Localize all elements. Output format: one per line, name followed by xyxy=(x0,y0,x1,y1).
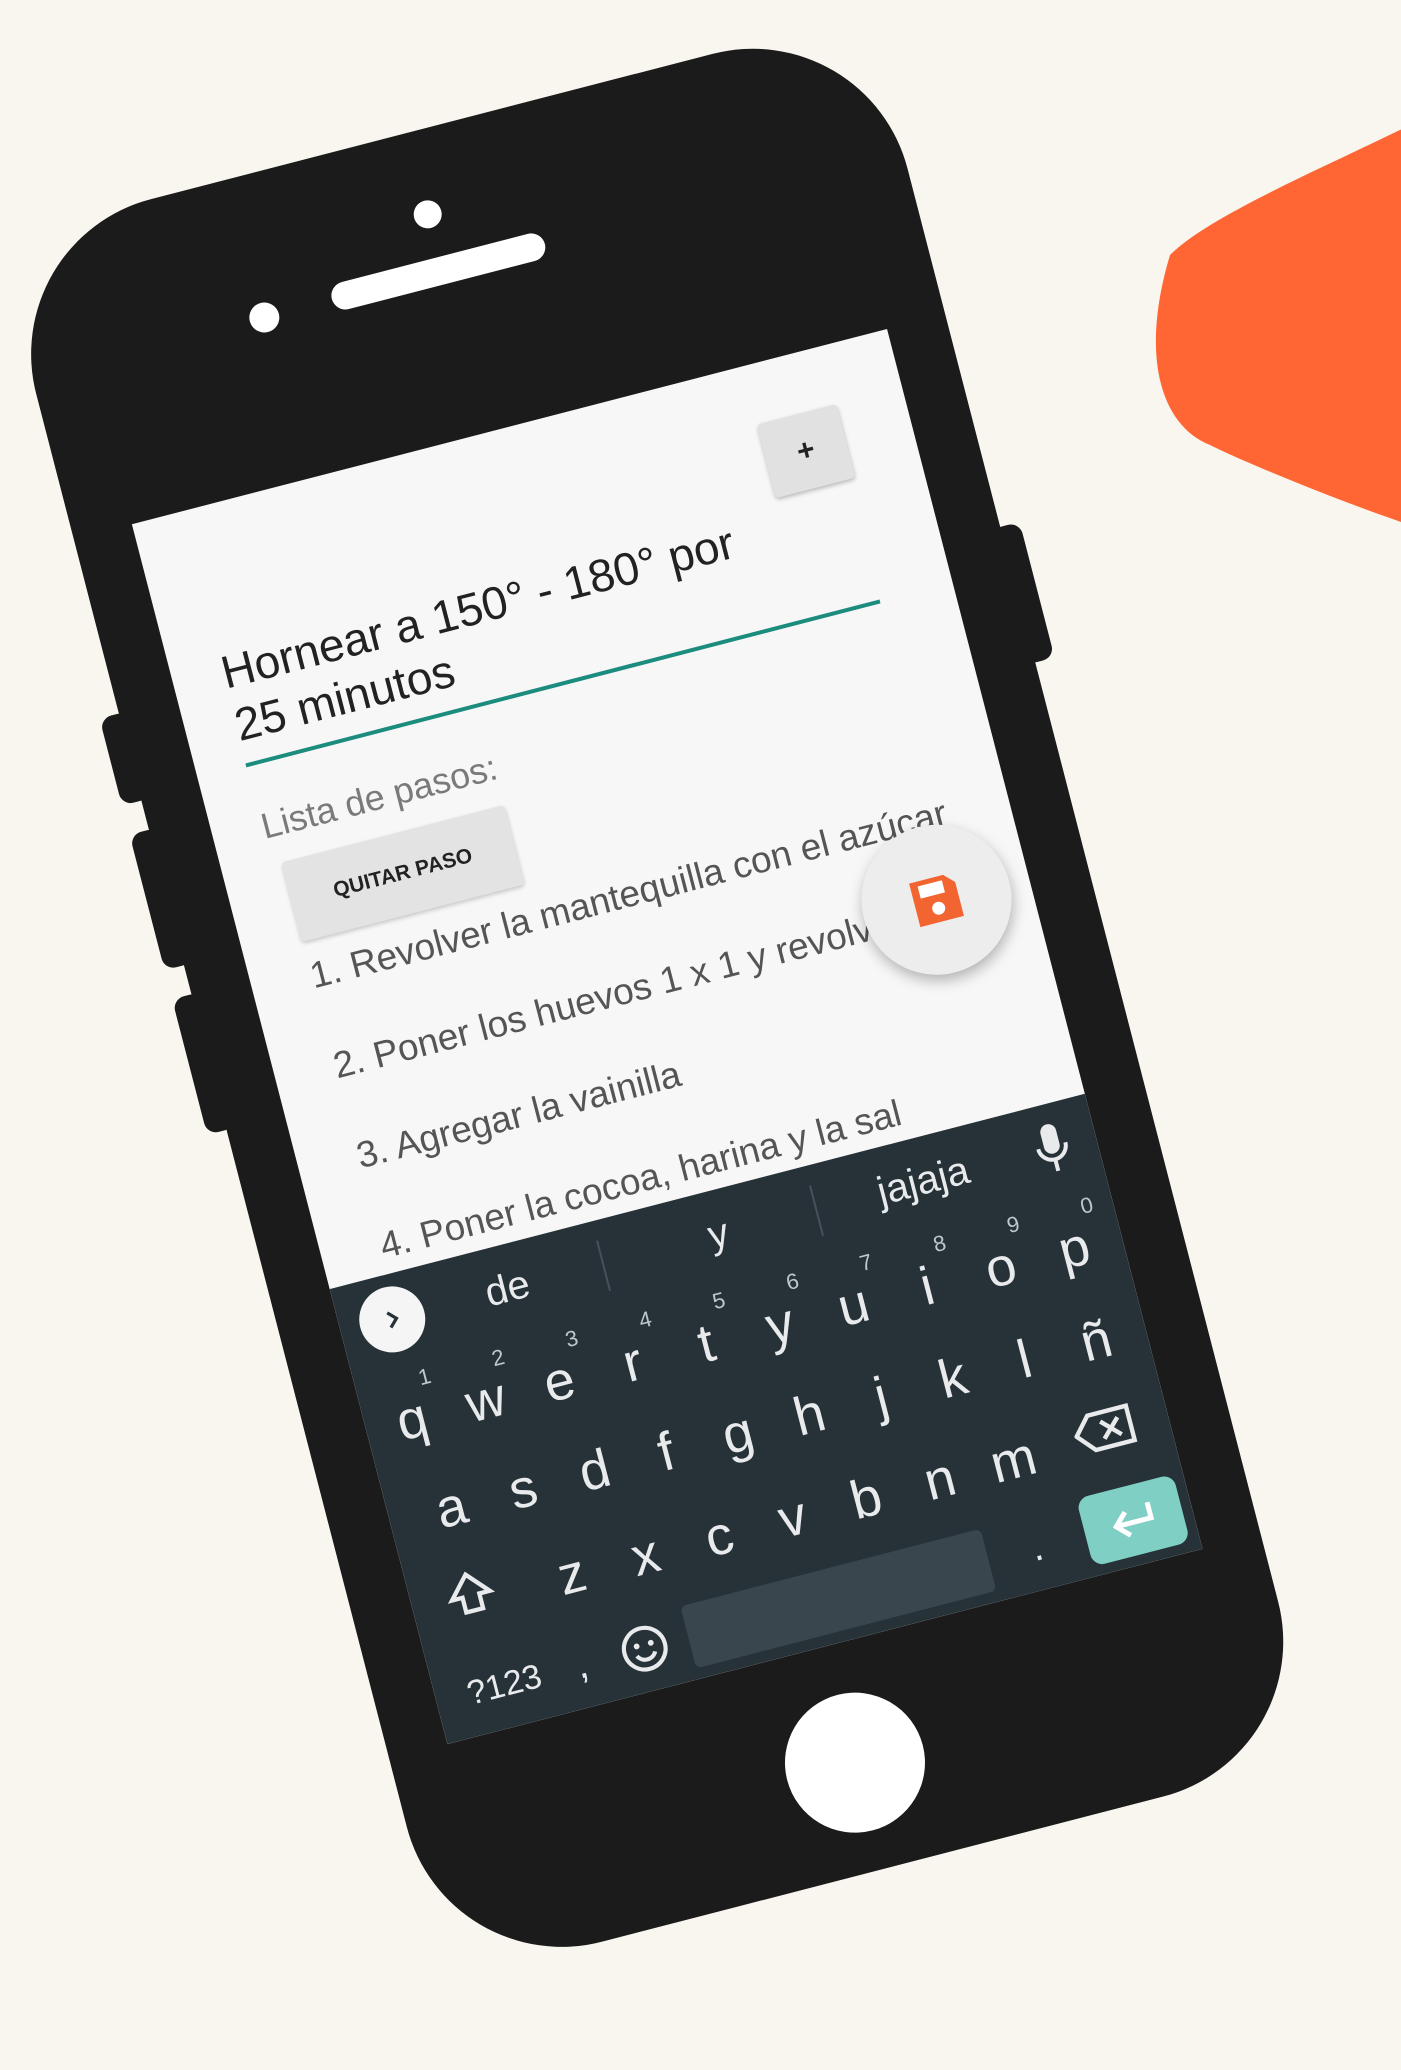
key-ñ[interactable]: ñ xyxy=(1052,1287,1134,1375)
key-w[interactable]: w2 xyxy=(442,1343,524,1435)
key-number-hint: 9 xyxy=(1004,1210,1023,1239)
key-label: t xyxy=(691,1312,722,1375)
key-label: k xyxy=(932,1345,974,1411)
key-label: n xyxy=(917,1446,962,1513)
key-label: x xyxy=(624,1523,667,1588)
key-label: l xyxy=(1011,1328,1038,1390)
key-q[interactable]: q1 xyxy=(368,1363,450,1454)
key-r[interactable]: r4 xyxy=(589,1305,671,1397)
shift-arrow-icon xyxy=(447,1571,496,1616)
key-label: z xyxy=(551,1542,593,1607)
key-number-hint: 8 xyxy=(930,1229,949,1258)
key-number-hint: 6 xyxy=(783,1267,802,1296)
step-input[interactable]: Hornear a 150° - 180° por 25 minutos xyxy=(215,507,784,752)
key-label: d xyxy=(572,1437,617,1504)
key-label: p xyxy=(1052,1215,1097,1282)
period-key[interactable]: . xyxy=(1000,1509,1074,1586)
key-o[interactable]: o9 xyxy=(957,1210,1039,1302)
key-label: s xyxy=(502,1456,544,1522)
proximity-sensor xyxy=(410,197,445,232)
shift-key[interactable] xyxy=(423,1550,518,1638)
home-button[interactable] xyxy=(769,1677,941,1848)
key-v[interactable]: v xyxy=(749,1464,831,1552)
key-label: y xyxy=(759,1292,801,1357)
key-number-hint: 0 xyxy=(1077,1191,1096,1220)
key-g[interactable]: g xyxy=(694,1380,776,1468)
key-number-hint: 1 xyxy=(415,1363,434,1391)
microphone-icon[interactable] xyxy=(1026,1117,1079,1181)
key-label: b xyxy=(844,1465,889,1532)
suggestion-jajaja[interactable]: jajaja xyxy=(873,1148,975,1215)
key-label: q xyxy=(389,1386,435,1453)
key-c[interactable]: c xyxy=(675,1483,757,1571)
add-step-button[interactable]: + xyxy=(756,404,856,499)
key-label: a xyxy=(429,1474,474,1541)
key-label: w xyxy=(459,1366,512,1435)
key-l[interactable]: l xyxy=(981,1306,1063,1394)
key-h[interactable]: h xyxy=(766,1361,848,1449)
key-f[interactable]: f xyxy=(622,1398,704,1486)
key-number-hint: 5 xyxy=(709,1286,728,1315)
key-label: j xyxy=(867,1365,895,1427)
enter-key[interactable] xyxy=(1075,1473,1191,1567)
key-p[interactable]: p0 xyxy=(1030,1191,1112,1283)
key-b[interactable]: b xyxy=(822,1445,904,1533)
key-number-hint: 4 xyxy=(636,1305,655,1334)
key-label: v xyxy=(772,1485,814,1550)
front-camera xyxy=(246,299,283,336)
key-d[interactable]: d xyxy=(551,1417,633,1505)
suggestion-de[interactable]: de xyxy=(480,1262,534,1317)
key-label: e xyxy=(537,1348,582,1415)
key-x[interactable]: x xyxy=(602,1502,684,1590)
smiley-icon xyxy=(621,1625,668,1672)
enter-arrow-icon xyxy=(1112,1501,1155,1538)
key-number-hint: 7 xyxy=(856,1248,876,1277)
key-a[interactable]: a xyxy=(408,1454,490,1542)
key-k[interactable]: k xyxy=(909,1324,991,1412)
key-label: m xyxy=(984,1425,1043,1496)
key-e[interactable]: e3 xyxy=(515,1324,597,1416)
backspace-key[interactable] xyxy=(1052,1384,1157,1474)
key-label: h xyxy=(787,1382,832,1448)
key-y[interactable]: y6 xyxy=(736,1267,818,1359)
key-label: f xyxy=(651,1421,681,1483)
key-z[interactable]: z xyxy=(528,1521,610,1609)
emoji-key[interactable] xyxy=(602,1606,687,1691)
key-label: o xyxy=(978,1234,1023,1301)
soft-keyboard: de y jajaja q1w2e3r4t5y6u7i8o9p0 asdfghj… xyxy=(329,1093,1203,1745)
key-n[interactable]: n xyxy=(896,1426,978,1514)
backspace-icon xyxy=(1073,1403,1138,1453)
key-label: ñ xyxy=(1073,1308,1119,1374)
key-m[interactable]: m xyxy=(970,1407,1052,1495)
key-label: u xyxy=(831,1272,876,1339)
key-t[interactable]: t5 xyxy=(663,1286,745,1378)
earpiece-speaker xyxy=(328,230,549,313)
floppy-disk-icon xyxy=(909,874,964,928)
suggestion-divider xyxy=(809,1185,825,1237)
key-s[interactable]: s xyxy=(479,1435,561,1523)
suggestion-divider xyxy=(596,1240,612,1292)
key-u[interactable]: u7 xyxy=(810,1248,892,1340)
phone-body: + Hornear a 150° - 180° por 25 minutos L… xyxy=(0,13,1319,1982)
screen: + Hornear a 150° - 180° por 25 minutos L… xyxy=(131,328,1203,1745)
orange-shape xyxy=(1155,129,1401,522)
key-label: g xyxy=(715,1400,760,1467)
key-i[interactable]: i8 xyxy=(883,1229,965,1321)
key-number-hint: 2 xyxy=(489,1343,508,1372)
key-label: i xyxy=(913,1255,941,1317)
key-label: r xyxy=(616,1331,649,1394)
symbols-key[interactable]: ?123 xyxy=(448,1641,561,1728)
chevron-right-icon xyxy=(386,1311,399,1329)
key-number-hint: 3 xyxy=(562,1324,581,1353)
key-label: c xyxy=(698,1504,740,1569)
key-j[interactable]: j xyxy=(837,1343,919,1431)
suggestion-y[interactable]: y xyxy=(703,1210,734,1259)
comma-key[interactable]: , xyxy=(554,1629,609,1701)
expand-toolbar-button[interactable] xyxy=(352,1279,433,1360)
